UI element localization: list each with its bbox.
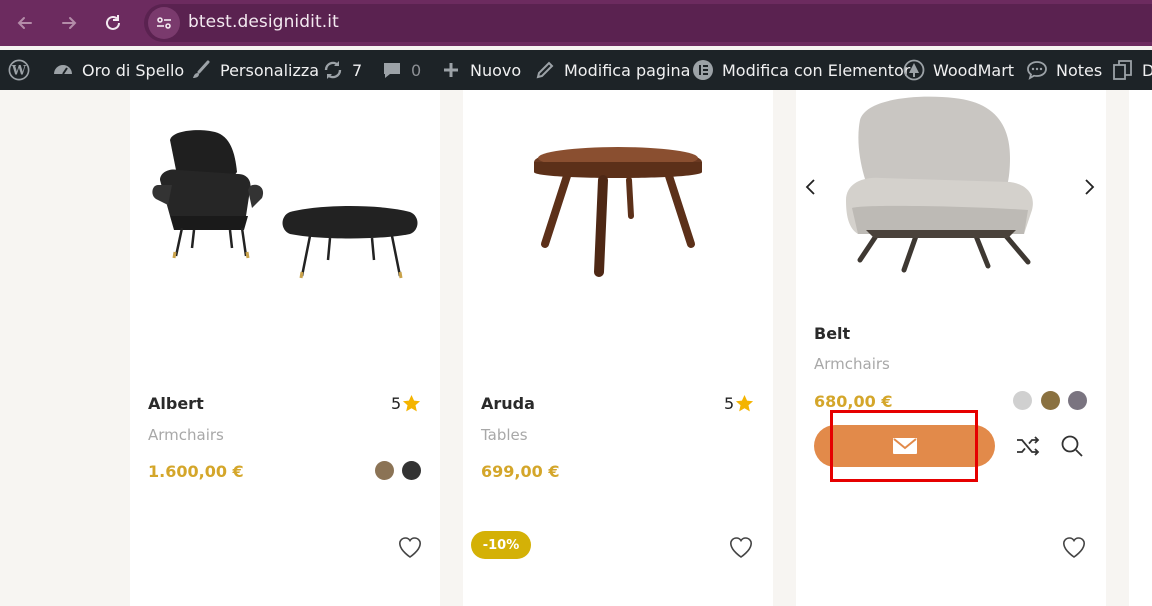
notes-icon (1026, 59, 1048, 81)
elementor-icon (692, 59, 714, 81)
arrow-right-icon (62, 17, 77, 29)
site-name-item[interactable]: Oro di Spello (52, 50, 184, 90)
updates-count: 7 (352, 60, 363, 80)
comments-icon (381, 59, 403, 81)
wishlist-heart-icon[interactable] (397, 536, 423, 560)
plus-icon (440, 59, 462, 81)
comments-count: 0 (411, 60, 422, 80)
product-rating: 5 (724, 394, 754, 413)
product-price: 680,00 € (814, 392, 893, 411)
back-button[interactable] (12, 10, 38, 36)
wordpress-icon: W (8, 59, 30, 81)
wp-admin-bar: W Oro di Spello Personalizza 7 0 Nuovo M… (0, 50, 1152, 90)
product-title[interactable]: Albert (148, 394, 204, 413)
color-swatch[interactable] (402, 461, 421, 480)
pencil-icon (534, 59, 556, 81)
product-card[interactable]: Aruda 5 Tables 699,00 € -10% (463, 90, 773, 606)
elementor-item[interactable]: Modifica con Elementor (692, 50, 910, 90)
duplicate-icon (1112, 59, 1134, 81)
highlight-box (830, 410, 978, 482)
product-rating: 5 (391, 394, 421, 413)
image-prev-button[interactable] (802, 176, 818, 198)
product-card-partial[interactable] (1129, 90, 1152, 606)
comments-item[interactable]: 0 (381, 50, 421, 90)
browser-toolbar: btest.designidit.it (0, 0, 1152, 46)
shuffle-icon[interactable] (1015, 435, 1041, 457)
product-category[interactable]: Tables (481, 426, 528, 444)
woodmart-item[interactable]: WoodMart (903, 50, 1014, 90)
duplicate-label: D (1142, 60, 1152, 80)
rating-value: 5 (391, 394, 402, 413)
color-swatch[interactable] (375, 461, 394, 480)
product-title[interactable]: Aruda (481, 394, 535, 413)
product-category[interactable]: Armchairs (814, 355, 890, 373)
rating-value: 5 (724, 394, 735, 413)
site-info-button[interactable] (148, 7, 180, 39)
star-icon (403, 394, 421, 412)
product-card[interactable]: Albert 5 Armchairs 1.600,00 € (130, 90, 440, 606)
svg-text:W: W (11, 64, 27, 79)
color-swatch[interactable] (1041, 391, 1060, 410)
product-grid: Albert 5 Armchairs 1.600,00 € Aruda 5 Ta… (0, 90, 1152, 606)
site-name-label: Oro di Spello (82, 60, 185, 80)
product-image[interactable] (463, 90, 773, 380)
notes-label: Notes (1056, 60, 1103, 80)
new-item[interactable]: Nuovo (440, 50, 521, 90)
notes-item[interactable]: Notes (1026, 50, 1102, 90)
star-icon (736, 394, 754, 412)
arrow-left-icon (17, 17, 32, 29)
discount-badge: -10% (471, 531, 531, 559)
search-icon[interactable] (1060, 434, 1084, 458)
reload-button[interactable] (100, 10, 126, 36)
edit-page-label: Modifica pagina (564, 60, 691, 80)
elementor-label: Modifica con Elementor (722, 60, 911, 80)
forward-button[interactable] (56, 10, 82, 36)
color-swatch[interactable] (1068, 391, 1087, 410)
wishlist-heart-icon[interactable] (728, 536, 754, 560)
updates-icon (322, 59, 344, 81)
dashboard-icon (52, 59, 74, 81)
brush-icon (190, 59, 212, 81)
product-category[interactable]: Armchairs (148, 426, 224, 444)
product-card[interactable]: Belt Armchairs 680,00 € (796, 90, 1106, 606)
image-next-button[interactable] (1082, 176, 1098, 198)
color-swatch[interactable] (1013, 391, 1032, 410)
wordpress-menu[interactable]: W (8, 50, 38, 90)
customize-label: Personalizza (220, 60, 320, 80)
chevron-right-icon (1085, 179, 1095, 195)
product-price: 1.600,00 € (148, 462, 244, 481)
woodmart-label: WoodMart (933, 60, 1015, 80)
woodmart-icon (903, 59, 925, 81)
duplicate-item[interactable]: D (1112, 50, 1152, 90)
edit-page-item[interactable]: Modifica pagina (534, 50, 690, 90)
reload-icon (106, 15, 120, 30)
site-settings-icon (157, 17, 171, 29)
chevron-left-icon (805, 179, 815, 195)
product-price: 699,00 € (481, 462, 560, 481)
new-label: Nuovo (470, 60, 522, 80)
product-title[interactable]: Belt (814, 324, 850, 343)
updates-item[interactable]: 7 (322, 50, 362, 90)
customize-item[interactable]: Personalizza (190, 50, 319, 90)
url-text[interactable]: btest.designidit.it (188, 12, 339, 32)
wishlist-heart-icon[interactable] (1061, 536, 1087, 560)
product-image[interactable] (130, 90, 440, 380)
